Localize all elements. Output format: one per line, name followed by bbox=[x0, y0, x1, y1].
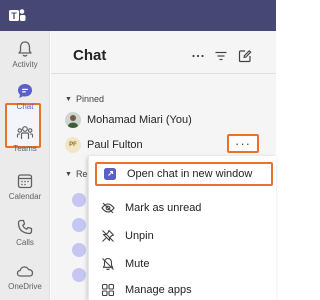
ellipsis-icon: ··· bbox=[235, 135, 251, 151]
menu-item-label: Manage apps bbox=[125, 284, 192, 296]
app-rail: Activity Chat Teams Calendar Calls OneDr… bbox=[0, 31, 50, 300]
mute-bell-icon bbox=[102, 257, 114, 271]
header-divider bbox=[51, 73, 276, 74]
title-bar: T bbox=[0, 0, 276, 31]
rail-label-chat: Chat bbox=[16, 102, 34, 111]
rail-label-onedrive: OneDrive bbox=[8, 282, 42, 291]
pinned-section-header[interactable]: ▼ Pinned bbox=[65, 94, 104, 104]
person-photo-icon bbox=[65, 112, 81, 128]
menu-item-label: Mute bbox=[125, 258, 150, 270]
rail-item-calendar[interactable]: Calendar bbox=[0, 165, 50, 215]
menu-item-manage-apps[interactable]: Manage apps bbox=[89, 276, 277, 300]
chat-more-options-button[interactable]: ··· bbox=[227, 134, 259, 153]
teams-logo-icon: T bbox=[9, 9, 26, 21]
chat-item-name: Mohamad Miari (You) bbox=[87, 114, 192, 126]
cloud-icon bbox=[16, 266, 34, 277]
rail-item-teams[interactable]: Teams bbox=[0, 117, 50, 167]
recent-chat-avatar[interactable] bbox=[72, 268, 86, 282]
new-chat-icon[interactable] bbox=[238, 49, 252, 63]
rail-item-calls[interactable]: Calls bbox=[0, 211, 50, 261]
menu-item-label: Open chat in new window bbox=[127, 168, 253, 180]
caret-down-icon: ▼ bbox=[65, 95, 72, 103]
phone-icon bbox=[17, 219, 33, 235]
rail-label-activity: Activity bbox=[12, 60, 38, 69]
menu-item-mark-as-unread[interactable]: Mark as unread bbox=[89, 194, 277, 222]
rail-label-teams: Teams bbox=[13, 144, 37, 153]
chat-context-menu: Open chat in new window Mark as unread U… bbox=[88, 156, 276, 300]
menu-item-open-in-new-window[interactable]: Open chat in new window bbox=[95, 162, 273, 186]
more-options-icon[interactable] bbox=[191, 49, 205, 63]
pinned-section-label: Pinned bbox=[75, 94, 104, 104]
eye-unread-icon bbox=[101, 202, 115, 214]
chat-icon bbox=[18, 84, 32, 98]
open-window-icon bbox=[104, 168, 116, 180]
filter-icon[interactable] bbox=[214, 49, 228, 63]
recent-chat-avatar[interactable] bbox=[72, 193, 86, 207]
avatar bbox=[65, 112, 81, 128]
chat-item-self[interactable]: Mohamad Miari (You) bbox=[65, 109, 192, 131]
recent-chat-avatar[interactable] bbox=[72, 218, 86, 232]
bell-icon bbox=[18, 41, 32, 57]
menu-item-mute[interactable]: Mute bbox=[89, 250, 277, 278]
rail-label-calls: Calls bbox=[16, 238, 34, 247]
page-title: Chat bbox=[73, 47, 107, 64]
apps-grid-icon bbox=[101, 283, 115, 297]
svg-text:T: T bbox=[11, 11, 17, 21]
menu-item-label: Unpin bbox=[125, 230, 154, 242]
menu-item-unpin[interactable]: Unpin bbox=[89, 222, 277, 250]
chat-item-name: Paul Fulton bbox=[87, 139, 143, 151]
avatar-initials: PF bbox=[69, 142, 77, 148]
rail-label-calendar: Calendar bbox=[8, 192, 42, 201]
calendar-icon bbox=[17, 174, 33, 189]
menu-item-label: Mark as unread bbox=[125, 202, 202, 214]
avatar: PF bbox=[65, 137, 81, 153]
unpin-icon bbox=[102, 229, 115, 242]
chat-item-paul-fulton[interactable]: PF Paul Fulton bbox=[65, 134, 143, 156]
teams-icon bbox=[16, 126, 34, 139]
caret-down-icon: ▼ bbox=[65, 170, 72, 178]
rail-item-onedrive[interactable]: OneDrive bbox=[0, 255, 50, 300]
recent-chat-avatar[interactable] bbox=[72, 243, 86, 257]
